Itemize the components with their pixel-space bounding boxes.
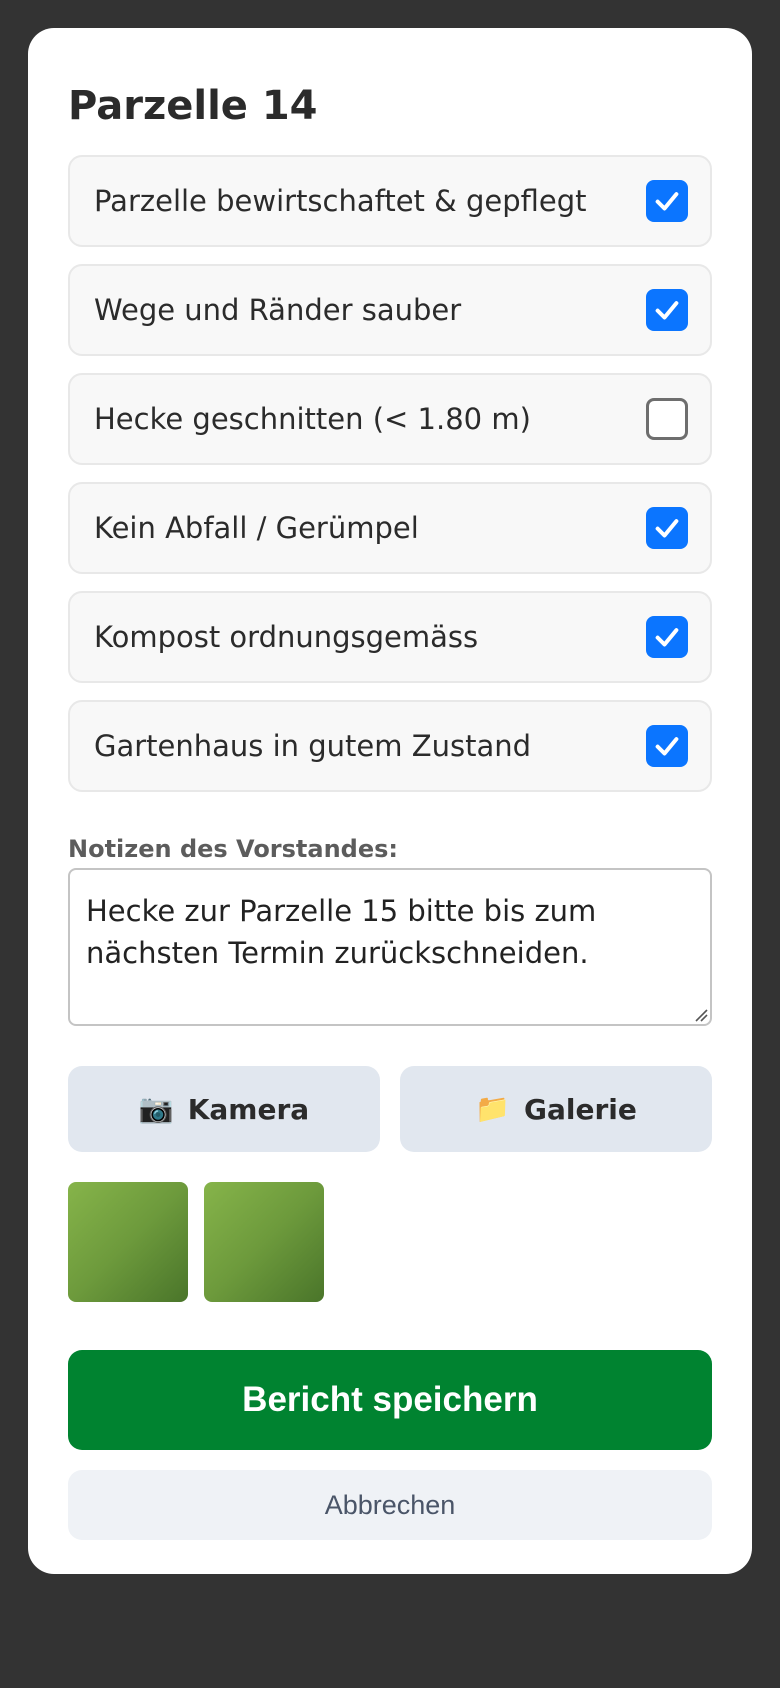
checklist-item-label: Gartenhaus in gutem Zustand bbox=[94, 729, 532, 763]
photo-thumbnail[interactable] bbox=[204, 1182, 324, 1302]
save-report-button[interactable]: Bericht speichern bbox=[68, 1350, 712, 1450]
photo-thumbnail[interactable] bbox=[68, 1182, 188, 1302]
photo-thumbnails bbox=[68, 1182, 712, 1302]
checkmark-icon bbox=[655, 737, 679, 756]
checkbox[interactable] bbox=[646, 180, 688, 222]
modal-title: Parzelle 14 bbox=[68, 83, 318, 129]
notes-text: Hecke zur Parzelle 15 bitte bis zum näch… bbox=[86, 894, 597, 970]
checklist-item-label: Kein Abfall / Gerümpel bbox=[94, 511, 419, 545]
checklist-item-label: Parzelle bewirtschaftet & gepflegt bbox=[94, 184, 587, 218]
media-buttons: 📷 Kamera 📁 Galerie bbox=[68, 1066, 712, 1152]
camera-button-label: Kamera bbox=[187, 1092, 310, 1126]
checklist-item-label: Wege und Ränder sauber bbox=[94, 293, 462, 327]
checklist-item[interactable]: Wege und Ränder sauber bbox=[68, 264, 712, 356]
checklist-item[interactable]: Kein Abfall / Gerümpel bbox=[68, 482, 712, 574]
camera-button[interactable]: 📷 Kamera bbox=[68, 1066, 380, 1152]
checklist: Parzelle bewirtschaftet & gepflegt Wege … bbox=[68, 155, 712, 792]
checklist-item[interactable]: Gartenhaus in gutem Zustand bbox=[68, 700, 712, 792]
checkbox[interactable] bbox=[646, 725, 688, 767]
checkmark-icon bbox=[655, 628, 679, 647]
checklist-item-label: Hecke geschnitten (< 1.80 m) bbox=[94, 402, 531, 436]
gallery-button[interactable]: 📁 Galerie bbox=[400, 1066, 712, 1152]
camera-icon: 📷 bbox=[138, 1092, 174, 1125]
checklist-item-label: Kompost ordnungsgemäss bbox=[94, 620, 479, 654]
cancel-button[interactable]: Abbrechen bbox=[68, 1470, 712, 1540]
folder-icon: 📁 bbox=[475, 1092, 510, 1125]
notes-textarea[interactable]: Hecke zur Parzelle 15 bitte bis zum näch… bbox=[68, 868, 712, 1026]
checkmark-icon bbox=[655, 192, 679, 211]
gallery-button-label: Galerie bbox=[524, 1092, 637, 1126]
checkbox[interactable] bbox=[646, 616, 688, 658]
checklist-item[interactable]: Kompost ordnungsgemäss bbox=[68, 591, 712, 683]
checkbox[interactable] bbox=[646, 289, 688, 331]
inspection-modal: Parzelle 14 Parzelle bewirtschaftet & ge… bbox=[28, 28, 752, 1574]
checkbox[interactable] bbox=[646, 398, 688, 440]
checkmark-icon bbox=[655, 301, 679, 320]
notes-label: Notizen des Vorstandes: bbox=[68, 835, 399, 863]
checklist-item[interactable]: Parzelle bewirtschaftet & gepflegt bbox=[68, 155, 712, 247]
checkmark-icon bbox=[655, 519, 679, 538]
resize-grip-icon[interactable] bbox=[692, 1006, 708, 1022]
checklist-item[interactable]: Hecke geschnitten (< 1.80 m) bbox=[68, 373, 712, 465]
checkbox[interactable] bbox=[646, 507, 688, 549]
